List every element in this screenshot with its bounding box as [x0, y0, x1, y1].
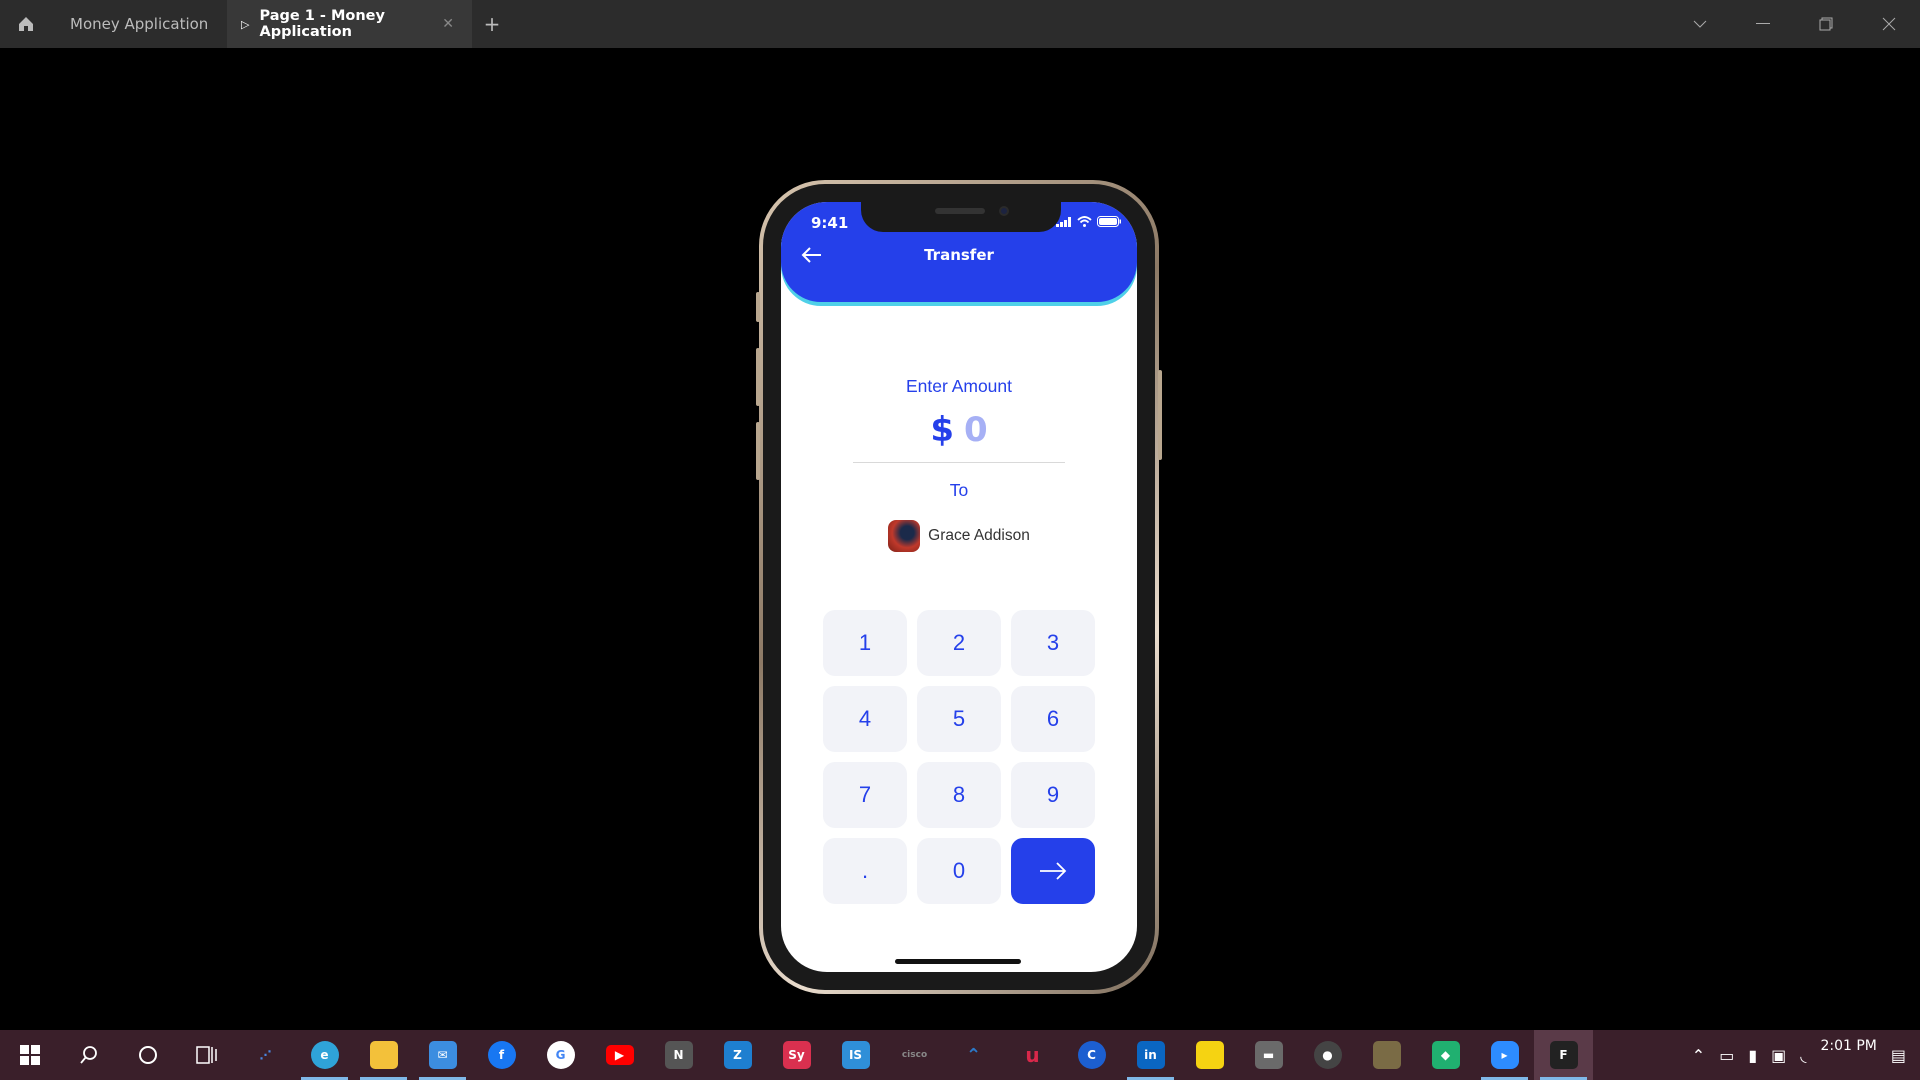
page-title: Transfer — [924, 246, 994, 264]
home-indicator — [895, 959, 1021, 964]
clock[interactable]: 2:01 PM — [1820, 1038, 1876, 1054]
key-1[interactable]: 1 — [823, 610, 907, 676]
camera-icon[interactable]: ▭ — [1719, 1046, 1734, 1065]
task-view-icon[interactable] — [177, 1030, 236, 1080]
key-8[interactable]: 8 — [917, 762, 1001, 828]
status-icons — [1056, 216, 1121, 227]
close-tab-icon[interactable]: ✕ — [442, 16, 454, 32]
volume-icon[interactable]: ◟ — [1800, 1046, 1806, 1065]
volume-up-button — [756, 348, 760, 406]
figma-icon[interactable]: F — [1534, 1030, 1593, 1080]
key-0[interactable]: 0 — [917, 838, 1001, 904]
enter-amount-label: Enter Amount — [905, 376, 1013, 396]
notch — [861, 202, 1061, 232]
cisco-icon[interactable]: cisco — [885, 1030, 944, 1080]
network-icon[interactable]: ▣ — [1771, 1046, 1786, 1065]
key-9[interactable]: 9 — [1011, 762, 1095, 828]
app-titlebar: Money Application ▷ Page 1 - Money Appli… — [0, 0, 1920, 48]
cortana-icon[interactable] — [118, 1030, 177, 1080]
recipient-name: Grace Addison — [928, 527, 1030, 544]
kite-icon[interactable]: ◆ — [1416, 1030, 1475, 1080]
avatar — [888, 520, 921, 552]
linkedin-icon[interactable]: in — [1121, 1030, 1180, 1080]
system-tray: ⌃ ▭ ▮ ▣ ◟ 2:01 PM ▤ — [1692, 1030, 1920, 1080]
minimize-icon[interactable] — [1731, 0, 1794, 48]
is-app-icon[interactable]: IS — [826, 1030, 885, 1080]
gallery-icon[interactable] — [1357, 1030, 1416, 1080]
prototype-canvas: 9:41 Transfer Enter Amount $ 0 To Grace … — [0, 48, 1920, 1030]
c-app-icon[interactable]: C — [1062, 1030, 1121, 1080]
arrow-right-icon — [1040, 862, 1067, 880]
edge-icon[interactable]: e — [295, 1030, 354, 1080]
file-explorer-icon[interactable] — [354, 1030, 413, 1080]
key-7[interactable]: 7 — [823, 762, 907, 828]
phone-frame: 9:41 Transfer Enter Amount $ 0 To Grace … — [756, 180, 1162, 994]
amount-value: 0 — [964, 410, 988, 450]
mail-icon[interactable]: ✉ — [413, 1030, 472, 1080]
tab-page-1[interactable]: ▷ Page 1 - Money Application ✕ — [227, 0, 472, 48]
microphone-icon[interactable]: ▮ — [1748, 1046, 1757, 1065]
notion-icon[interactable]: N — [649, 1030, 708, 1080]
amount-divider — [853, 462, 1065, 463]
arrow-app-icon[interactable]: ⌃ — [944, 1030, 1003, 1080]
youtube-icon[interactable]: ▶ — [590, 1030, 649, 1080]
key-decimal[interactable]: . — [823, 838, 907, 904]
sticky-notes-icon[interactable] — [1180, 1030, 1239, 1080]
speaker — [935, 208, 985, 214]
chevron-up-icon[interactable]: ⌃ — [1692, 1046, 1705, 1065]
status-time: 9:41 — [811, 214, 849, 232]
calculator-icon[interactable]: ▬ — [1239, 1030, 1298, 1080]
power-button — [1158, 370, 1162, 460]
google-icon[interactable]: G — [531, 1030, 590, 1080]
amount-display[interactable]: $ 0 — [781, 410, 1137, 450]
key-4[interactable]: 4 — [823, 686, 907, 752]
chevron-down-icon[interactable] — [1668, 0, 1731, 48]
recipient[interactable]: Grace Addison — [781, 520, 1137, 552]
battery-icon — [1097, 216, 1121, 227]
mute-switch — [756, 292, 760, 322]
close-window-icon[interactable] — [1857, 0, 1920, 48]
zoho-icon[interactable]: Z — [708, 1030, 767, 1080]
facebook-icon[interactable]: f — [472, 1030, 531, 1080]
tab-label: Page 1 - Money Application — [259, 8, 385, 40]
notifications-icon[interactable]: ▤ — [1891, 1046, 1906, 1065]
zoom-icon[interactable]: ▸ — [1475, 1030, 1534, 1080]
camera — [999, 206, 1009, 216]
play-icon: ▷ — [241, 17, 250, 31]
numeric-keypad: 1 2 3 4 5 6 7 8 9 . 0 — [823, 610, 1095, 904]
u-app-icon[interactable]: u — [1003, 1030, 1062, 1080]
windows-taskbar: ⋰ e ✉ f G ▶ N Z Sy IS cisco ⌃ u C in ▬ ●… — [0, 1030, 1920, 1080]
tab-label: Money Application — [70, 15, 209, 33]
github-icon[interactable]: ● — [1298, 1030, 1357, 1080]
tab-money-application[interactable]: Money Application — [52, 0, 227, 48]
key-2[interactable]: 2 — [917, 610, 1001, 676]
currency-symbol: $ — [930, 410, 954, 450]
phone-screen: 9:41 Transfer Enter Amount $ 0 To Grace … — [781, 202, 1137, 972]
signal-icon — [1056, 216, 1071, 227]
key-3[interactable]: 3 — [1011, 610, 1095, 676]
key-5[interactable]: 5 — [917, 686, 1001, 752]
sy-app-icon[interactable]: Sy — [767, 1030, 826, 1080]
new-tab-icon[interactable]: + — [472, 12, 512, 36]
visual-studio-icon[interactable]: ⋰ — [236, 1030, 295, 1080]
restore-icon[interactable] — [1794, 0, 1857, 48]
key-6[interactable]: 6 — [1011, 686, 1095, 752]
volume-down-button — [756, 422, 760, 480]
next-arrow-button[interactable] — [1011, 838, 1095, 904]
transfer-header: 9:41 Transfer — [781, 202, 1137, 302]
start-icon[interactable] — [0, 1030, 59, 1080]
search-icon[interactable] — [59, 1030, 118, 1080]
home-icon[interactable] — [0, 0, 52, 48]
to-label: To — [949, 480, 969, 500]
wifi-icon — [1077, 216, 1092, 227]
